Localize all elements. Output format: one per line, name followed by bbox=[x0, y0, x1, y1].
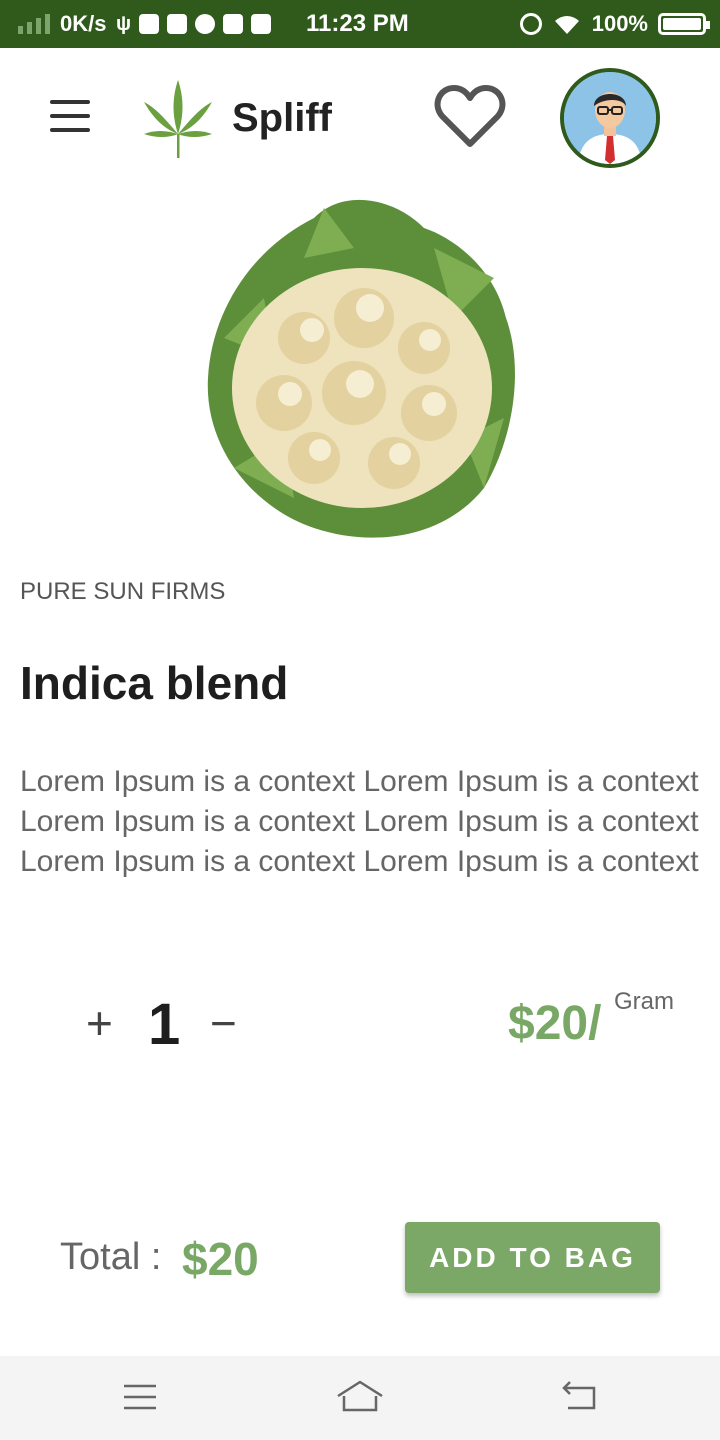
app-header: Spliff bbox=[0, 48, 720, 188]
clipboard-icon bbox=[223, 14, 244, 34]
user-avatar-icon[interactable] bbox=[560, 68, 660, 168]
usb-icon: ψ bbox=[116, 13, 132, 35]
quantity-increase-button[interactable]: + bbox=[86, 998, 113, 1048]
system-icons: 100% bbox=[519, 0, 710, 48]
messenger-icon bbox=[195, 14, 216, 34]
vendor-name: PURE SUN FIRMS bbox=[20, 578, 226, 605]
unit-price: $20/ bbox=[508, 997, 602, 1050]
sim-icon bbox=[139, 14, 160, 34]
brand-name: Spliff bbox=[232, 96, 332, 140]
add-to-bag-button[interactable]: ADD TO BAG bbox=[405, 1222, 660, 1293]
total-label: Total : bbox=[60, 1236, 162, 1278]
battery-icon bbox=[658, 13, 710, 35]
cannabis-leaf-icon bbox=[144, 80, 212, 158]
product-name: Indica blend bbox=[20, 657, 289, 709]
mail-icon bbox=[167, 14, 188, 34]
alarm-icon bbox=[519, 13, 542, 35]
unit-label: Gram bbox=[614, 988, 674, 1015]
heart-icon[interactable] bbox=[434, 84, 506, 150]
nav-back-icon[interactable] bbox=[552, 1374, 608, 1422]
total-value: $20 bbox=[182, 1233, 259, 1285]
signal-icon bbox=[18, 0, 50, 48]
navigation-bar bbox=[0, 1356, 720, 1440]
status-bar: 0K/s ψ 11:23 PM 100% bbox=[0, 0, 720, 48]
clock: 11:23 PM bbox=[306, 10, 409, 37]
wifi-icon bbox=[554, 16, 579, 34]
battery-percent: 100% bbox=[591, 11, 648, 36]
net-speed: 0K/s bbox=[60, 11, 107, 36]
shield-icon bbox=[251, 14, 272, 34]
hamburger-menu-icon[interactable] bbox=[50, 100, 92, 132]
quantity-value: 1 bbox=[148, 992, 181, 1057]
quantity-decrease-button[interactable]: − bbox=[210, 998, 237, 1048]
nav-menu-icon[interactable] bbox=[112, 1374, 168, 1422]
nav-home-icon[interactable] bbox=[332, 1374, 388, 1422]
notification-icons: ψ bbox=[116, 0, 272, 48]
cauliflower-image bbox=[194, 188, 526, 550]
product-description: Lorem Ipsum is a context Lorem Ipsum is … bbox=[20, 765, 699, 878]
